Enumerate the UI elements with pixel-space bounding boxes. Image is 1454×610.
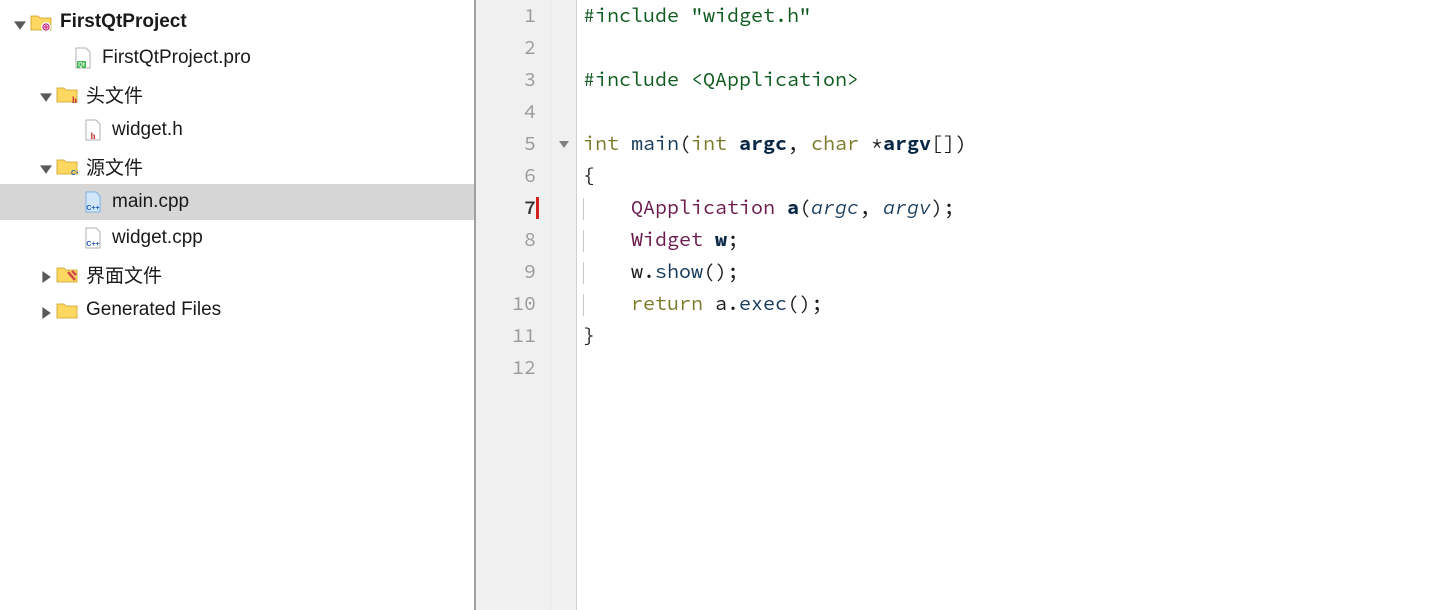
tree-generated-label: Generated Files	[86, 299, 221, 321]
tree-root[interactable]: FirstQtProject	[0, 4, 474, 40]
tree-widget-cpp[interactable]: C++ widget.cpp	[0, 220, 474, 256]
spacer	[56, 52, 68, 64]
line-number-active[interactable]: 7	[476, 192, 536, 224]
tree-pro-label: FirstQtProject.pro	[102, 47, 251, 69]
line-number[interactable]: 5	[476, 128, 536, 160]
tree-sources-folder[interactable]: C++ 源文件	[0, 148, 474, 184]
line-number[interactable]: 8	[476, 224, 536, 256]
line-number[interactable]: 2	[476, 32, 536, 64]
project-folder-icon	[30, 11, 52, 33]
folder-icon	[56, 299, 78, 321]
line-number-gutter: 1 2 3 4 5 6 7 8 9 10 11 12	[476, 0, 551, 610]
tree-headers-folder[interactable]: h 头文件	[0, 76, 474, 112]
pro-file-icon: Qt	[72, 47, 94, 69]
code-line	[583, 352, 1454, 384]
tree-forms-folder[interactable]: 界面文件	[0, 256, 474, 292]
line-number[interactable]: 12	[476, 352, 536, 384]
code-line	[583, 32, 1454, 64]
tree-forms-label: 界面文件	[86, 261, 162, 288]
line-number[interactable]: 6	[476, 160, 536, 192]
line-number[interactable]: 3	[476, 64, 536, 96]
chevron-down-icon[interactable]	[40, 88, 52, 100]
tree-generated-folder[interactable]: Generated Files	[0, 292, 474, 328]
tree-root-label: FirstQtProject	[60, 11, 187, 33]
tree-sources-label: 源文件	[86, 153, 143, 180]
svg-text:C++: C++	[71, 170, 78, 177]
code-line: return a.exec();	[583, 288, 1454, 320]
cpp-file-icon: C++	[82, 191, 104, 213]
folder-h-icon: h	[56, 83, 78, 105]
fold-toggle[interactable]	[551, 128, 576, 160]
line-number[interactable]: 9	[476, 256, 536, 288]
tree-widget-h-label: widget.h	[112, 119, 183, 141]
chevron-right-icon[interactable]	[40, 304, 52, 316]
code-line: w.show();	[583, 256, 1454, 288]
code-line	[583, 96, 1454, 128]
folder-ui-icon	[56, 263, 78, 285]
code-line: int main(int argc, char *argv[])	[583, 128, 1454, 160]
cpp-file-icon: C++	[82, 227, 104, 249]
tree-widget-cpp-label: widget.cpp	[112, 227, 203, 249]
h-file-icon: h	[82, 119, 104, 141]
code-line: QApplication a(argc, argv);	[583, 192, 1454, 224]
svg-text:C++: C++	[86, 241, 99, 248]
code-line: #include <QApplication>	[583, 64, 1454, 96]
tree-headers-label: 头文件	[86, 81, 143, 108]
code-editor[interactable]: 1 2 3 4 5 6 7 8 9 10 11 12 #include "wid…	[476, 0, 1454, 610]
code-line: }	[583, 320, 1454, 352]
tree-widget-h[interactable]: h widget.h	[0, 112, 474, 148]
chevron-down-icon[interactable]	[14, 16, 26, 28]
svg-text:h: h	[72, 95, 77, 105]
svg-text:Qt: Qt	[78, 63, 85, 69]
chevron-right-icon[interactable]	[40, 268, 52, 280]
svg-text:h: h	[90, 131, 95, 141]
svg-text:C++: C++	[86, 205, 99, 212]
line-number[interactable]: 10	[476, 288, 536, 320]
fold-gutter	[551, 0, 577, 610]
tree-main-cpp-label: main.cpp	[112, 191, 189, 213]
line-number[interactable]: 11	[476, 320, 536, 352]
code-line: {	[583, 160, 1454, 192]
code-line: Widget w;	[583, 224, 1454, 256]
line-number[interactable]: 1	[476, 0, 536, 32]
code-line: #include "widget.h"	[583, 0, 1454, 32]
tree-main-cpp[interactable]: C++ main.cpp	[0, 184, 474, 220]
chevron-down-icon[interactable]	[40, 160, 52, 172]
folder-cpp-icon: C++	[56, 155, 78, 177]
code-area[interactable]: #include "widget.h" #include <QApplicati…	[577, 0, 1454, 610]
project-tree: FirstQtProject Qt FirstQtProject.pro h 头…	[0, 0, 474, 610]
tree-pro-file[interactable]: Qt FirstQtProject.pro	[0, 40, 474, 76]
line-number[interactable]: 4	[476, 96, 536, 128]
